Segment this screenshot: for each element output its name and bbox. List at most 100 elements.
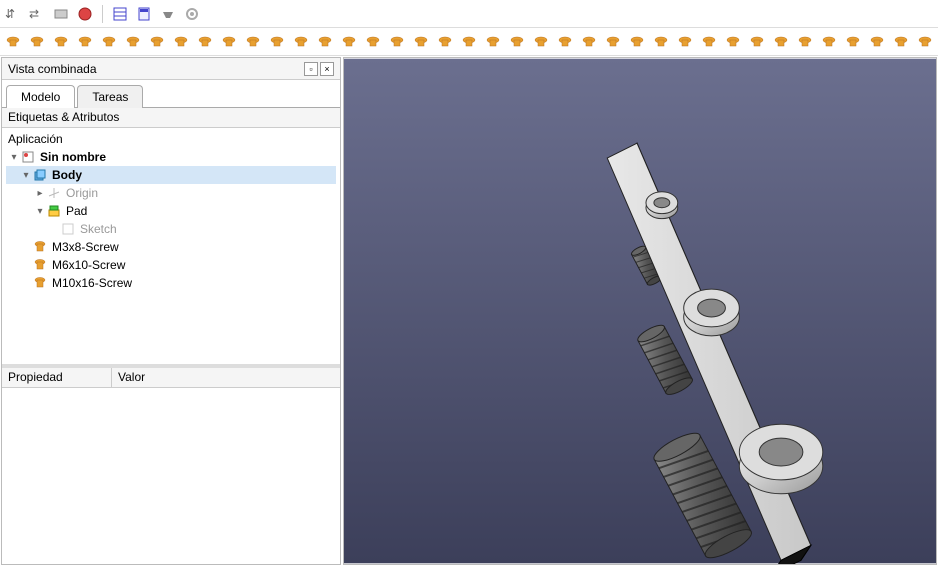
fastener-type-34-icon[interactable]: [820, 33, 838, 51]
tree-body[interactable]: ▾ Body: [6, 166, 336, 184]
combo-tabs: Modelo Tareas: [2, 80, 340, 108]
fastener-type-38-icon[interactable]: [916, 33, 934, 51]
tree-pad[interactable]: ▾ Pad: [6, 202, 336, 220]
fastener-type-6-icon[interactable]: [148, 33, 166, 51]
fastener-type-31-icon[interactable]: [748, 33, 766, 51]
screw-icon: [32, 239, 48, 255]
property-header: Propiedad Valor: [2, 368, 340, 388]
fastener-type-26-icon[interactable]: [628, 33, 646, 51]
expander-icon[interactable]: ▾: [8, 152, 20, 163]
simplify-tool-icon[interactable]: [76, 5, 94, 23]
fastener-type-8-icon[interactable]: [196, 33, 214, 51]
model-tree[interactable]: Aplicación ▾ Sin nombre ▾ Body ▸ Origin …: [2, 128, 340, 364]
fastener-type-9-icon[interactable]: [220, 33, 238, 51]
tree-pad-label: Pad: [66, 204, 87, 218]
fastener-type-35-icon[interactable]: [844, 33, 862, 51]
fastener-type-36-icon[interactable]: [868, 33, 886, 51]
fastener-type-27-icon[interactable]: [652, 33, 670, 51]
svg-text:⇵: ⇵: [5, 7, 15, 21]
tree-application[interactable]: Aplicación: [6, 130, 336, 148]
screw-icon: [32, 275, 48, 291]
tab-tasks-label: Tareas: [92, 90, 128, 104]
expander-icon[interactable]: ▸: [34, 188, 46, 199]
screw-icon: [32, 257, 48, 273]
fastener-type-11-icon[interactable]: [268, 33, 286, 51]
separator: [102, 5, 103, 23]
flip-tool-icon[interactable]: ⇵: [4, 5, 22, 23]
tree-sketch[interactable]: Sketch: [6, 220, 336, 238]
fastener-type-22-icon[interactable]: [532, 33, 550, 51]
calculator-tool-icon[interactable]: [135, 5, 153, 23]
tree-sketch-label: Sketch: [80, 222, 117, 236]
tree-screw-0-label: M3x8-Screw: [52, 240, 119, 254]
tab-model-label: Modelo: [21, 90, 60, 104]
fastener-type-24-icon[interactable]: [580, 33, 598, 51]
origin-icon: [46, 185, 62, 201]
fastener-type-37-icon[interactable]: [892, 33, 910, 51]
tree-origin-label: Origin: [66, 186, 98, 200]
fastener-type-20-icon[interactable]: [484, 33, 502, 51]
sketch-icon: [60, 221, 76, 237]
tree-screw-1-label: M6x10-Screw: [52, 258, 125, 272]
tab-model[interactable]: Modelo: [6, 85, 75, 108]
fastener-type-10-icon[interactable]: [244, 33, 262, 51]
fasteners-toolbar: document.write(Array.from({length:42}).m…: [0, 28, 938, 56]
tree-origin[interactable]: ▸ Origin: [6, 184, 336, 202]
pad-icon: [46, 203, 62, 219]
svg-text:⇄: ⇄: [29, 7, 39, 21]
property-col-name: Propiedad: [2, 368, 112, 387]
property-panel: Propiedad Valor: [2, 364, 340, 564]
tree-body-label: Body: [52, 168, 82, 182]
fastener-type-1-icon[interactable]: [28, 33, 46, 51]
shape-tool-icon[interactable]: [52, 5, 70, 23]
fastener-type-18-icon[interactable]: [436, 33, 454, 51]
tree-application-label: Aplicación: [8, 132, 63, 146]
3d-viewport[interactable]: [343, 57, 937, 565]
fastener-type-4-icon[interactable]: [100, 33, 118, 51]
fastener-type-15-icon[interactable]: [364, 33, 382, 51]
tree-screw-2[interactable]: M10x16-Screw: [6, 274, 336, 292]
fastener-type-28-icon[interactable]: [676, 33, 694, 51]
tree-header: Etiquetas & Atributos: [2, 108, 340, 128]
fastener-type-5-icon[interactable]: [124, 33, 142, 51]
tree-document-label: Sin nombre: [40, 150, 106, 164]
fastener-type-23-icon[interactable]: [556, 33, 574, 51]
fastener-type-14-icon[interactable]: [340, 33, 358, 51]
tree-screw-1[interactable]: M6x10-Screw: [6, 256, 336, 274]
expander-icon[interactable]: ▾: [20, 170, 32, 181]
fastener-type-0-icon[interactable]: [4, 33, 22, 51]
fastener-type-30-icon[interactable]: [724, 33, 742, 51]
property-col-value: Valor: [112, 368, 151, 387]
tree-screw-2-label: M10x16-Screw: [52, 276, 132, 290]
fastener-type-17-icon[interactable]: [412, 33, 430, 51]
fastener-type-29-icon[interactable]: [700, 33, 718, 51]
body-icon: [32, 167, 48, 183]
combo-view-panel: Vista combinada ▫ × Modelo Tareas Etique…: [1, 57, 341, 565]
document-icon: [20, 149, 36, 165]
combo-view-title-bar: Vista combinada ▫ ×: [2, 58, 340, 80]
fastener-type-32-icon[interactable]: [772, 33, 790, 51]
main-toolbar: ⇵ ⇄: [0, 0, 938, 28]
bom-tool-icon[interactable]: [111, 5, 129, 23]
tree-screw-0[interactable]: M3x8-Screw: [6, 238, 336, 256]
close-icon[interactable]: ×: [320, 62, 334, 76]
countersunk-tool-icon[interactable]: [159, 5, 177, 23]
settings-tool-icon[interactable]: [183, 5, 201, 23]
tree-document[interactable]: ▾ Sin nombre: [6, 148, 336, 166]
fastener-type-33-icon[interactable]: [796, 33, 814, 51]
fastener-type-21-icon[interactable]: [508, 33, 526, 51]
tab-tasks[interactable]: Tareas: [77, 85, 143, 108]
main-area: Vista combinada ▫ × Modelo Tareas Etique…: [0, 56, 938, 566]
move-tool-icon[interactable]: ⇄: [28, 5, 46, 23]
restore-icon[interactable]: ▫: [304, 62, 318, 76]
expander-icon[interactable]: ▾: [34, 206, 46, 217]
fastener-type-12-icon[interactable]: [292, 33, 310, 51]
fastener-type-13-icon[interactable]: [316, 33, 334, 51]
fastener-type-7-icon[interactable]: [172, 33, 190, 51]
combo-view-title: Vista combinada: [8, 62, 97, 76]
fastener-type-2-icon[interactable]: [52, 33, 70, 51]
fastener-type-3-icon[interactable]: [76, 33, 94, 51]
fastener-type-25-icon[interactable]: [604, 33, 622, 51]
fastener-type-16-icon[interactable]: [388, 33, 406, 51]
fastener-type-19-icon[interactable]: [460, 33, 478, 51]
